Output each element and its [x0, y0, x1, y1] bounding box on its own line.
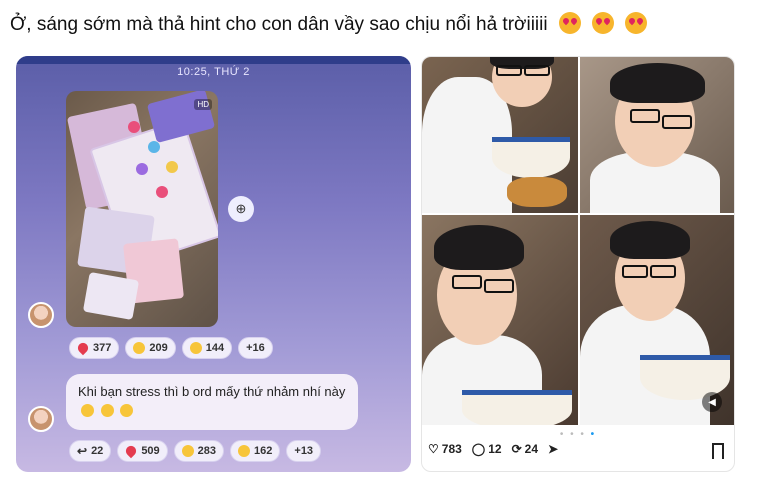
post-photo-1[interactable]: [422, 57, 578, 213]
hd-badge: HD: [194, 99, 212, 110]
repost-button[interactable]: ⟳ 24: [512, 442, 538, 456]
caption-text: Ở, sáng sớm mà thả hint cho con dân vầy …: [10, 14, 548, 35]
grin-emoji-icon: [189, 342, 202, 354]
post-photo-3[interactable]: [422, 215, 578, 425]
comment-icon: ◯: [471, 442, 486, 456]
smile-emoji-icon: [120, 404, 134, 417]
send-icon: ➤: [548, 442, 559, 456]
share-button[interactable]: ➤: [548, 442, 558, 456]
avatar[interactable]: [28, 302, 54, 328]
laugh-emoji-icon: [238, 445, 251, 457]
chat-timestamp: 10:25, THỨ 2: [177, 66, 250, 78]
heart-eyes-emoji-icon: [558, 12, 581, 34]
reply-arrow-icon: ↩: [77, 444, 88, 458]
heart-icon: [75, 340, 91, 356]
reaction-chip-heart[interactable]: 509: [117, 440, 168, 462]
heart-outline-icon: ♡: [428, 442, 439, 456]
repost-icon: ⟳: [511, 442, 522, 456]
status-strip: [16, 56, 411, 64]
grin-emoji-icon: [181, 445, 194, 457]
laugh-emoji-icon: [133, 342, 146, 354]
reaction-chip-more[interactable]: +13: [286, 440, 322, 462]
smile-emoji-icon: [100, 404, 114, 417]
bookmark-icon[interactable]: [712, 443, 724, 459]
stickers-photo[interactable]: HD: [66, 91, 218, 327]
reactions-row-top: 377 209 144 +16: [69, 337, 273, 359]
reaction-chip-more[interactable]: +16: [238, 337, 273, 359]
reaction-chip-grin[interactable]: 283: [173, 440, 225, 462]
reply-button[interactable]: ◯ 12: [472, 442, 502, 456]
carousel-dots: • • • •: [559, 429, 597, 440]
message-text: Khi bạn stress thì b ord mấy thứ nhảm nh…: [78, 384, 346, 399]
heart-eyes-emoji-icon: [592, 12, 615, 34]
lens-search-icon[interactable]: ⊕: [228, 196, 254, 222]
reactions-row-bottom: ↩ 22 509 283 162 +13: [69, 440, 322, 462]
heart-eyes-emoji-icon: [625, 12, 648, 34]
post-photo-2[interactable]: [580, 57, 734, 213]
reaction-chip-heart[interactable]: 377: [69, 337, 120, 359]
like-button[interactable]: ♡ 783: [428, 442, 462, 456]
message-bubble[interactable]: Khi bạn stress thì b ord mấy thứ nhảm nh…: [66, 374, 358, 430]
smile-emoji-icon: [81, 404, 94, 417]
post-actions: ♡ 783 ◯ 12 ⟳ 24 ➤: [428, 442, 558, 456]
chat-screenshot-image[interactable]: 10:25, THỨ 2 HD ⊕ 377 209 144 +16 Khi bạ…: [16, 56, 411, 472]
reaction-chip-laugh[interactable]: 209: [125, 337, 176, 359]
reaction-chip-reply[interactable]: ↩ 22: [69, 440, 112, 462]
photo-post-card: ◀ • • • • ♡ 783 ◯ 12 ⟳ 24 ➤: [421, 56, 735, 472]
post-caption: Ở, sáng sớm mà thả hint cho con dân vầy …: [10, 12, 648, 38]
mute-icon[interactable]: ◀: [702, 392, 722, 412]
avatar[interactable]: [28, 406, 54, 432]
reaction-chip-grin[interactable]: 144: [181, 337, 233, 359]
reaction-chip-laugh[interactable]: 162: [230, 440, 281, 462]
heart-icon: [124, 443, 139, 459]
